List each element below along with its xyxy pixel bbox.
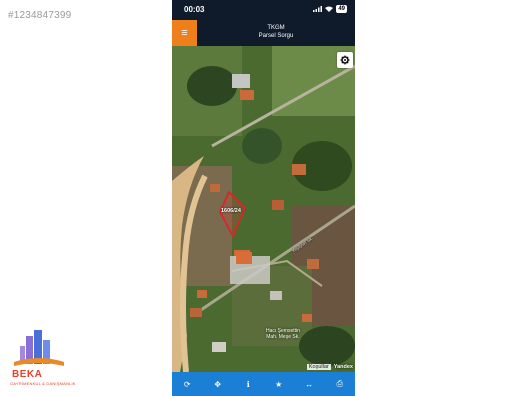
star-icon[interactable]: ★ bbox=[271, 380, 287, 389]
place-label: Hacı Şemsettin Mah. Meşe Sk. bbox=[266, 328, 300, 340]
app-header: ≡ TKGM Parsel Sorgu bbox=[172, 20, 355, 46]
print-icon[interactable]: ⎙ bbox=[332, 379, 348, 389]
satellite-map[interactable]: 1606/24 Yeşilyurt Sk. Hacı Şemsettin Mah… bbox=[172, 46, 355, 372]
hamburger-icon: ≡ bbox=[181, 27, 188, 39]
locate-icon[interactable]: ✥ bbox=[210, 380, 226, 389]
logo-brand: BEKA bbox=[12, 369, 43, 380]
yandex-logo: Yandex bbox=[333, 364, 353, 370]
map-imagery bbox=[172, 46, 355, 372]
status-time: 00:03 bbox=[184, 5, 205, 14]
buildings-icon bbox=[14, 330, 64, 366]
gear-icon bbox=[340, 55, 350, 65]
info-icon[interactable]: ℹ bbox=[240, 380, 256, 389]
measure-icon[interactable]: ↔ bbox=[301, 380, 317, 389]
place-label-line2: Mah. Meşe Sk. bbox=[266, 334, 300, 340]
menu-button[interactable]: ≡ bbox=[172, 20, 197, 46]
phone-screenshot: 00:03 49 ≡ TKGM Parsel Sorgu 1606/24 Yeş… bbox=[172, 0, 355, 396]
app-subtitle: Parsel Sorgu bbox=[258, 33, 294, 39]
status-icons: 49 bbox=[313, 5, 347, 13]
logo-tagline: GAYRİMENKUL & DANIŞMANLIK bbox=[10, 381, 76, 386]
refresh-icon[interactable]: ⟳ bbox=[179, 380, 195, 389]
terms-link[interactable]: Koşullar bbox=[306, 364, 331, 370]
battery-icon: 49 bbox=[336, 5, 347, 13]
bottom-toolbar: ⟳ ✥ ℹ ★ ↔ ⎙ bbox=[172, 372, 355, 396]
status-bar: 00:03 49 bbox=[172, 0, 355, 20]
parcel-label: 1606/24 bbox=[221, 208, 241, 214]
settings-button[interactable] bbox=[337, 52, 353, 68]
app-title: TKGM bbox=[267, 25, 285, 31]
map-attribution: Koşullar Yandex bbox=[306, 364, 353, 370]
listing-id: #1234847399 bbox=[8, 10, 72, 21]
app-title-block: TKGM Parsel Sorgu bbox=[197, 24, 355, 40]
signal-icon bbox=[313, 6, 323, 12]
wifi-icon bbox=[325, 6, 334, 12]
